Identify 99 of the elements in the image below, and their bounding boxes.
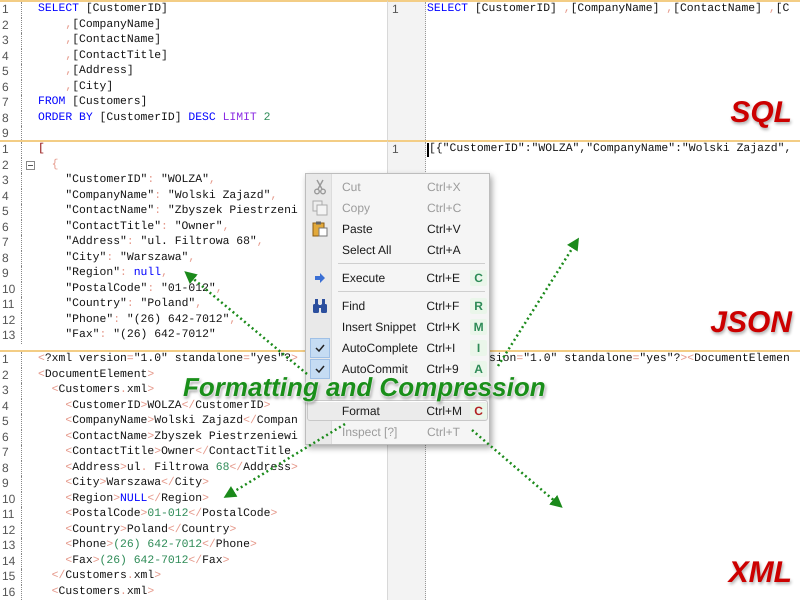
line-number: 5 [0, 414, 22, 430]
line-number: 4 [0, 188, 22, 204]
line-number: 9 [0, 476, 22, 492]
line-number: 7 [0, 95, 22, 110]
code-line: "Country": "Poland", [64, 297, 202, 312]
line-number: 6 [0, 430, 22, 445]
menu-item[interactable]: Execute Ctrl+E C [307, 267, 488, 288]
code-line: "ContactName": "Zbyszek Piestrzeni [64, 204, 298, 219]
language-label: SQL [730, 98, 792, 128]
code-line: "Phone": "(26) 642-7012", [64, 312, 236, 328]
line-number: 3 [0, 33, 22, 48]
code-line: [{"CustomerID":"WOLZA","CompanyName":"Wolski Zajazd", [429, 142, 792, 158]
line-number: 3 [0, 383, 22, 398]
code-line: SELECT [CustomerID] ,[CompanyName] ,[ContactName] ,[C [427, 2, 790, 18]
line-number: 6 [0, 220, 22, 235]
line-number: 16 [0, 584, 22, 600]
code-line: <CustomerID>WOLZA</CustomerID> [64, 400, 270, 414]
code-line: <Fax>(26) 642-7012</Fax> [64, 554, 230, 568]
code-line: SELECT [CustomerID] [38, 2, 168, 17]
code-line: <CompanyName>Wolski Zajazd</Compan [64, 414, 298, 429]
menu-item[interactable]: AutoComplete Ctrl+I I [307, 337, 488, 358]
code-line: ,[CompanyName] [64, 18, 162, 32]
paste-icon [312, 220, 328, 236]
shortcut-key-badge: C [470, 402, 488, 418]
line-number: 1 [391, 2, 400, 18]
code-line: ORDER BY [CustomerID] DESC LIMIT 2 [38, 110, 270, 126]
code-line: "CustomerID": "WOLZA", [64, 173, 216, 188]
line-number: 14 [0, 554, 22, 569]
code-line: "Address": "ul. Filtrowa 68", [64, 235, 264, 250]
code-line: "ContactTitle": "Owner", [64, 220, 230, 234]
code-line: <DocumentElement> [38, 368, 154, 382]
line-number: 6 [0, 80, 22, 95]
line-number: 11 [0, 507, 22, 522]
line-number: 7 [0, 235, 22, 250]
line-number: 7 [0, 445, 22, 460]
line-number: 5 [0, 204, 22, 220]
code-line: "Region": null, [64, 266, 168, 281]
menu-item[interactable]: Format Ctrl+M C [307, 400, 488, 421]
line-number: 10 [0, 492, 22, 507]
line-number: 2 [0, 18, 22, 33]
line-number: 3 [0, 173, 22, 188]
line-number: 1 [391, 142, 400, 158]
code-line: "Fax": "(26) 642-7012" [64, 328, 216, 343]
line-number: 15 [0, 569, 22, 584]
code-line: "City": "Warszawa", [64, 250, 196, 266]
code-line: "PostalCode": "01-012", [64, 282, 223, 296]
line-number: 5 [0, 64, 22, 80]
code-line: <Phone>(26) 642-7012</Phone> [64, 538, 257, 553]
code-line: <ContactName>Zbyszek Piestrzeniewi [64, 430, 298, 444]
line-number: 1 [0, 352, 22, 368]
code-line: <?xml version="1.0" standalone="yes"?> [38, 352, 298, 367]
code-line: <Country>Poland</Country> [64, 522, 236, 538]
line-number: 1 [0, 2, 22, 18]
copy-icon [312, 200, 328, 216]
menu-item[interactable]: Find Ctrl+F R [307, 295, 488, 316]
shortcut-key-badge: C [470, 270, 488, 286]
code-line: ,[City] [64, 80, 114, 94]
line-number: 13 [0, 538, 22, 554]
line-number: 8 [0, 110, 22, 126]
language-label: JSON [710, 308, 792, 338]
code-line: <Region>NULL</Region> [64, 492, 209, 506]
code-line: ,[Address] [64, 64, 134, 79]
shortcut-key-badge: M [470, 318, 488, 334]
menu-item[interactable]: Insert Snippet Ctrl+K M [307, 316, 488, 337]
menu-item[interactable]: Paste Ctrl+V [307, 218, 488, 239]
code-line: <Customers.xml> [50, 383, 154, 398]
code-line: <Customers.xml> [50, 584, 154, 600]
code-line: <PostalCode>01-012</PostalCode> [64, 507, 278, 522]
code-line: { [50, 158, 59, 172]
code-line: <ContactTitle>Owner</ContactTitle [64, 445, 291, 460]
line-number: 2 [0, 368, 22, 383]
arrow-icon [314, 272, 326, 284]
code-line: </Customers.xml> [50, 569, 162, 584]
line-number: 13 [0, 328, 22, 344]
menu-item[interactable]: Select All Ctrl+A [307, 239, 488, 260]
line-number: 1 [0, 142, 22, 158]
line-number: 4 [0, 398, 22, 414]
line-number: 4 [0, 48, 22, 64]
code-line: <City>Warszawa</City> [64, 476, 209, 491]
scissors-icon [312, 178, 328, 194]
line-number: 12 [0, 522, 22, 538]
line-number: 11 [0, 297, 22, 312]
line-number: 12 [0, 312, 22, 328]
shortcut-key-badge: A [470, 360, 488, 376]
code-line: [ [38, 142, 45, 157]
line-number: 8 [0, 250, 22, 266]
code-line: ,[ContactName] [64, 33, 162, 48]
collapse-icon[interactable] [26, 160, 34, 170]
shortcut-key-badge: I [470, 340, 488, 356]
line-number: 9 [0, 266, 22, 282]
language-label: XML [728, 558, 792, 588]
line-number: 2 [0, 158, 22, 173]
line-number: 10 [0, 282, 22, 297]
binoculars-icon [312, 298, 328, 314]
code-line: "CompanyName": "Wolski Zajazd", [64, 188, 278, 204]
line-number: 8 [0, 460, 22, 476]
shortcut-key-badge: R [470, 298, 488, 314]
code-line: FROM [Customers] [38, 95, 148, 110]
code-line: ,[ContactTitle] [64, 48, 168, 64]
